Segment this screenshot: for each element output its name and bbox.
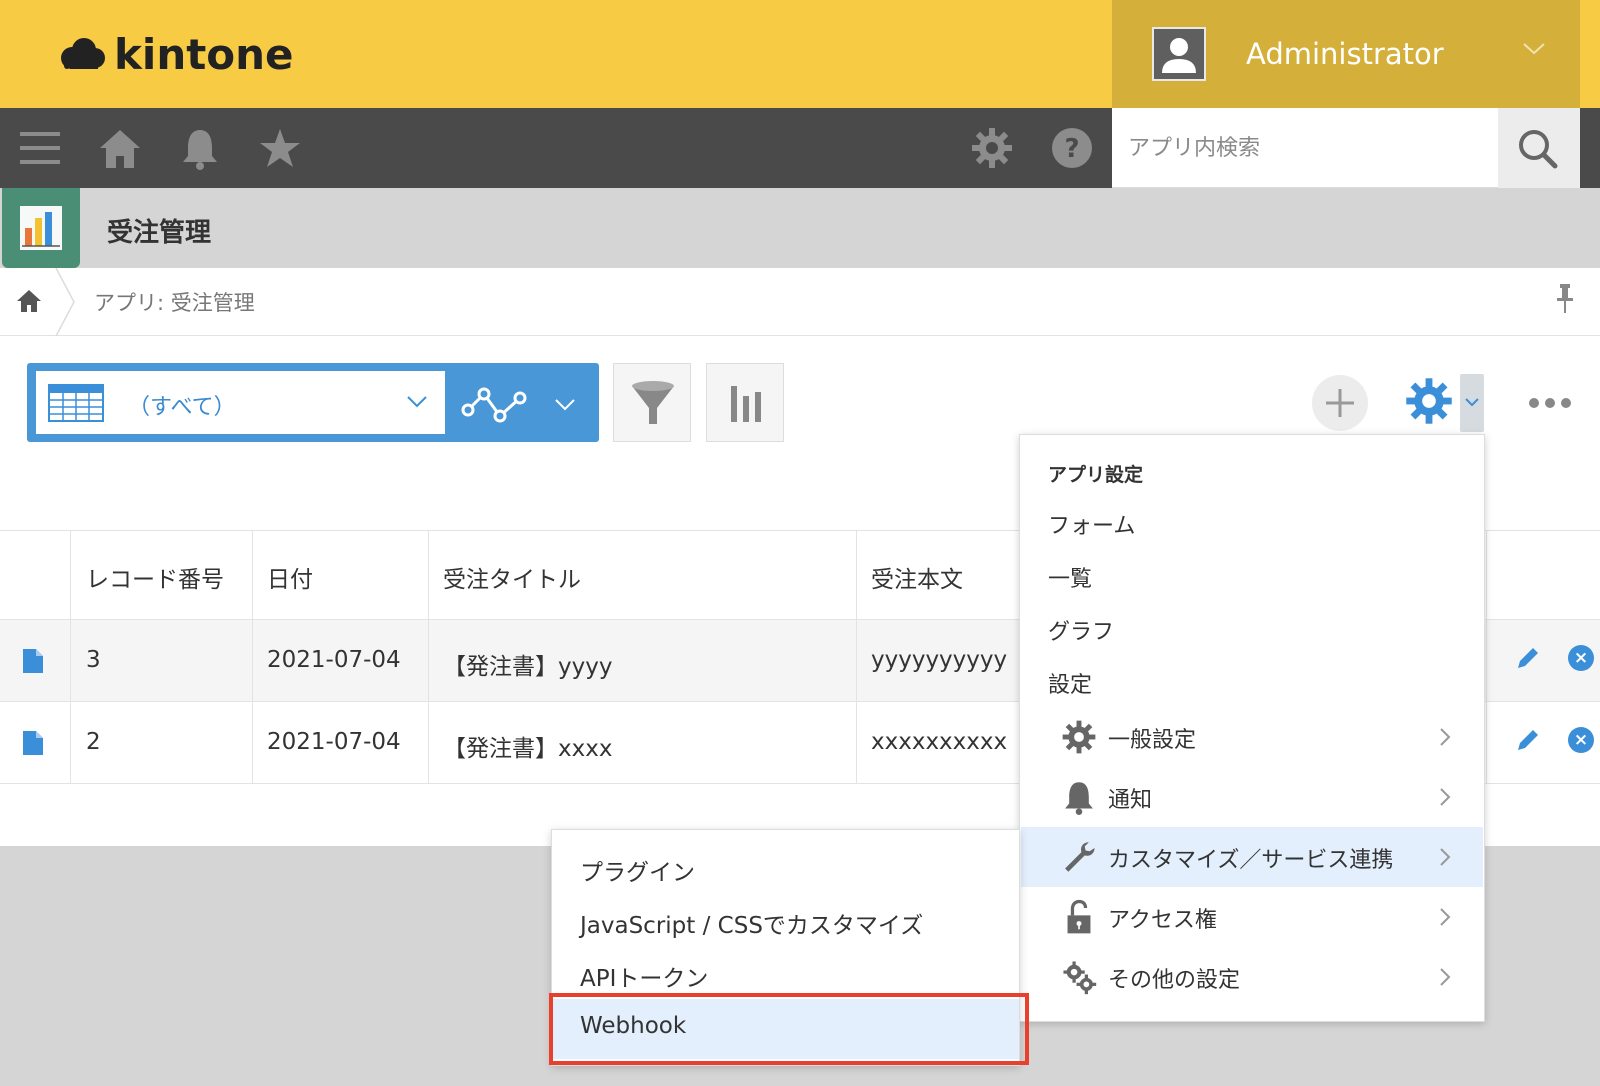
menu-item-graph[interactable]: グラフ (1048, 614, 1114, 646)
breadcrumb-app-link[interactable]: アプリ: 受注管理 (94, 287, 255, 317)
lock-icon (1067, 899, 1091, 934)
column-header-title[interactable]: 受注タイトル (443, 560, 581, 594)
column-divider (856, 530, 857, 784)
column-header-body[interactable]: 受注本文 (871, 560, 963, 594)
search-button[interactable] (1498, 108, 1580, 188)
submenu-item-js-css-customize[interactable]: JavaScript / CSSでカスタマイズ (580, 906, 923, 940)
menu-item-customize-integration[interactable]: カスタマイズ／サービス連携 (1021, 827, 1483, 887)
graph-chevron-down-icon[interactable] (554, 398, 576, 412)
menu-heading: アプリ設定 (1048, 464, 1144, 486)
chevron-right-icon (1440, 848, 1451, 866)
table-view-icon (48, 384, 104, 422)
cloud-logo-icon (61, 37, 105, 69)
gear-icon (1062, 720, 1096, 754)
menu-item-general-settings[interactable]: 一般設定 (1021, 707, 1483, 767)
add-record-button[interactable] (1312, 375, 1368, 431)
graph-view-icon[interactable] (460, 384, 530, 424)
cell-title: 【発注書】yyyy (443, 654, 613, 680)
chevron-right-icon (1440, 968, 1451, 986)
user-name: Administrator (1246, 37, 1444, 71)
logo-text: kintone (114, 30, 294, 79)
selected-view-label: （すべて） (128, 395, 236, 420)
menu-item-label: 通知 (1108, 788, 1153, 813)
app-icon[interactable] (2, 188, 80, 268)
cell-body: xxxxxxxxxx (871, 729, 1008, 755)
menu-item-settings: 設定 (1048, 673, 1093, 698)
column-header-date[interactable]: 日付 (267, 560, 313, 594)
filter-icon (632, 381, 674, 424)
app-search-input[interactable] (1112, 108, 1498, 188)
plus-icon (1326, 389, 1354, 417)
column-divider (1486, 530, 1487, 784)
bell-icon (1065, 782, 1093, 815)
record-detail-icon[interactable] (22, 730, 44, 756)
bar-chart-icon (731, 386, 761, 422)
gears-icon (1063, 961, 1097, 995)
cell-record-no: 3 (86, 647, 101, 673)
chevron-right-icon (1440, 728, 1451, 746)
app-search-box (1112, 108, 1498, 188)
edit-pencil-icon[interactable] (1515, 645, 1541, 671)
cell-body: yyyyyyyyyy (871, 647, 1008, 673)
record-detail-icon[interactable] (22, 648, 44, 674)
menu-item-list[interactable]: 一覧 (1048, 561, 1092, 593)
user-avatar-icon (1152, 27, 1206, 81)
filter-button[interactable] (613, 363, 691, 442)
edit-pencil-icon[interactable] (1515, 727, 1541, 753)
chevron-down-icon (1465, 398, 1479, 407)
cell-date: 2021-07-04 (267, 647, 401, 673)
home-icon[interactable] (98, 126, 142, 170)
search-icon (1519, 130, 1558, 169)
bar-chart-app-icon (20, 206, 62, 250)
menu-icon[interactable] (18, 126, 62, 170)
bell-icon[interactable] (178, 126, 222, 170)
chevron-right-icon (1440, 788, 1451, 806)
chevron-down-icon (1523, 43, 1545, 55)
help-icon[interactable]: ? (1050, 126, 1094, 170)
cell-date: 2021-07-04 (267, 729, 401, 755)
menu-item-label: アクセス権 (1108, 908, 1217, 933)
settings-dropdown-toggle[interactable] (1460, 374, 1484, 432)
app-settings-gear-icon[interactable] (1404, 376, 1454, 426)
column-header-record-no[interactable]: レコード番号 (86, 560, 224, 594)
chevron-down-icon (407, 396, 427, 408)
menu-item-label: その他の設定 (1108, 968, 1241, 993)
kintone-app-window: kintone Administrator ? アプリ内検索 受注管理 アプリ:… (0, 0, 1600, 1086)
gear-icon[interactable] (970, 126, 1014, 170)
delete-icon[interactable]: × (1568, 727, 1594, 753)
menu-item-access-permissions[interactable]: アクセス権 (1021, 887, 1483, 947)
app-title-bar (0, 188, 1600, 268)
chart-button[interactable] (706, 363, 784, 442)
more-options-icon[interactable] (1528, 397, 1572, 409)
menu-item-notifications[interactable]: 通知 (1021, 767, 1483, 827)
cell-title: 【発注書】xxxx (443, 736, 613, 762)
column-divider (428, 530, 429, 784)
wrench-icon (1065, 842, 1095, 872)
pin-icon[interactable] (1554, 282, 1576, 316)
chevron-right-icon (1440, 908, 1451, 926)
star-icon[interactable] (258, 126, 302, 170)
submenu-item-api-token[interactable]: APIトークン (580, 959, 708, 993)
breadcrumb-separator (55, 268, 75, 336)
webhook-highlight-box (549, 993, 1029, 1065)
delete-icon[interactable]: × (1568, 645, 1594, 671)
menu-item-form[interactable]: フォーム (1048, 508, 1135, 540)
user-menu[interactable]: Administrator (1112, 0, 1580, 108)
column-divider (252, 530, 253, 784)
column-divider (70, 530, 71, 784)
svg-text:?: ? (1064, 134, 1079, 164)
app-title[interactable]: 受注管理 (107, 212, 211, 249)
view-dropdown[interactable] (36, 371, 445, 434)
menu-item-label: 一般設定 (1108, 728, 1197, 753)
menu-item-other-settings[interactable]: その他の設定 (1021, 947, 1483, 1007)
submenu-item-plugins[interactable]: プラグイン (580, 853, 695, 887)
cell-record-no: 2 (86, 729, 101, 755)
menu-item-label: カスタマイズ／サービス連携 (1108, 848, 1394, 873)
breadcrumb: アプリ: 受注管理 (0, 268, 1600, 336)
kintone-logo[interactable]: kintone (58, 30, 294, 79)
home-icon[interactable] (16, 288, 42, 314)
